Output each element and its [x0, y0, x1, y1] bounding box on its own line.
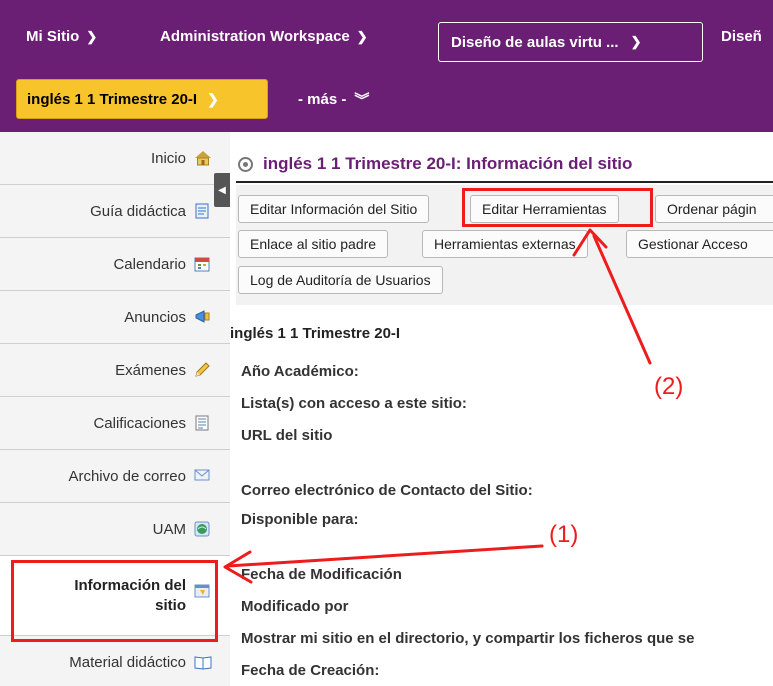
arrow-2-line [592, 234, 652, 365]
arrow-1-line [226, 544, 544, 568]
page: Mi Sitio ❯ Administration Workspace ❯ Di… [0, 0, 773, 686]
annotation-arrows [223, 228, 652, 584]
annotation-label-1: (1) [549, 521, 579, 548]
annotation-label-2: (2) [654, 373, 684, 400]
